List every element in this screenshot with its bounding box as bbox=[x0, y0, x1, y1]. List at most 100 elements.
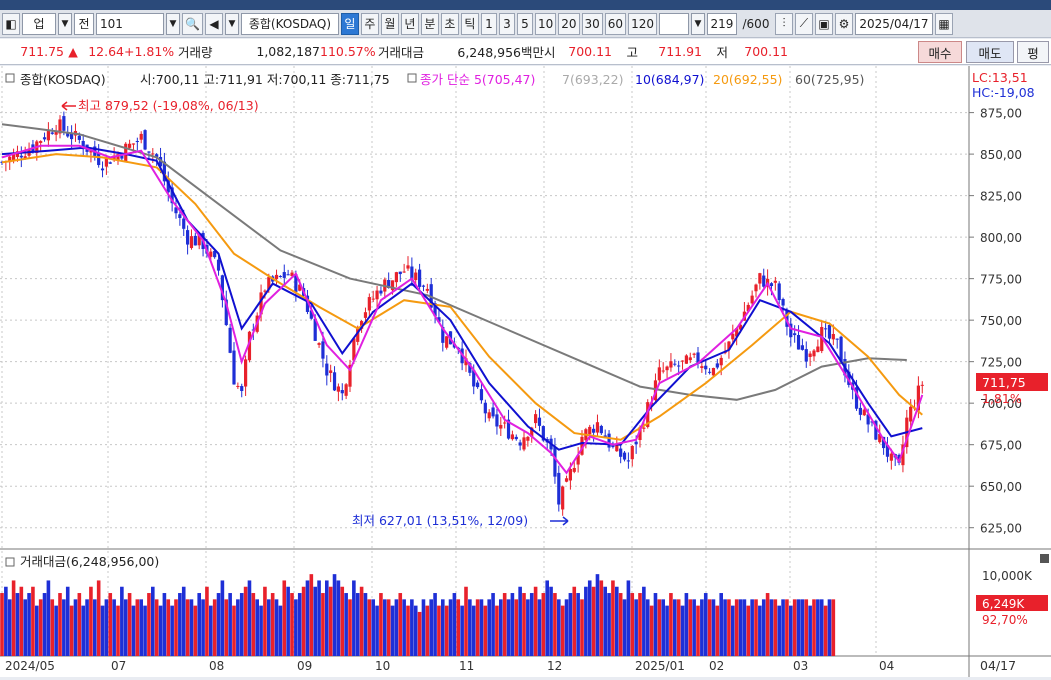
ma60-label: 60(725,95) bbox=[795, 72, 864, 87]
volume-bar bbox=[502, 593, 507, 656]
speaker-dropdown-icon[interactable]: ▼ bbox=[224, 12, 239, 35]
code-input[interactable]: 101 bbox=[96, 12, 164, 35]
volume-bar bbox=[332, 574, 337, 656]
tab-year[interactable]: 년 bbox=[400, 12, 419, 35]
x-axis-label: 03 bbox=[793, 659, 808, 673]
chevron-down-icon[interactable]: ▼ bbox=[58, 12, 72, 35]
x-axis-label: 08 bbox=[209, 659, 224, 673]
chart-menu-icon[interactable]: ◧ bbox=[2, 12, 20, 35]
volume-bar bbox=[127, 593, 132, 656]
candle-body bbox=[553, 446, 557, 477]
volume-bar bbox=[669, 593, 673, 656]
tab-second[interactable]: 초 bbox=[440, 12, 459, 35]
volume-bar bbox=[193, 605, 198, 656]
volume-bar bbox=[491, 593, 495, 656]
volume-header-box-icon[interactable] bbox=[5, 557, 15, 567]
volume-bar bbox=[684, 593, 689, 656]
candle-body bbox=[139, 133, 143, 140]
interval-custom[interactable] bbox=[658, 12, 689, 35]
tab-day[interactable]: 일 bbox=[340, 12, 359, 35]
volume-bar bbox=[800, 599, 805, 656]
volume-bar bbox=[425, 605, 430, 656]
period-type[interactable]: 전 bbox=[74, 12, 94, 35]
volume-bar bbox=[348, 599, 352, 656]
volume-bar bbox=[421, 599, 426, 656]
count-input[interactable]: 219 bbox=[706, 12, 737, 35]
indicator-icon[interactable]: ⟋ bbox=[794, 12, 813, 35]
interval-60[interactable]: 60 bbox=[604, 12, 627, 35]
buy-button[interactable]: 매수 bbox=[918, 41, 962, 63]
market-select[interactable]: 업 bbox=[22, 12, 56, 35]
tab-month[interactable]: 월 bbox=[380, 12, 399, 35]
volume-bar bbox=[151, 586, 155, 656]
volume-bar bbox=[630, 593, 635, 656]
volume-bar bbox=[23, 599, 27, 656]
volume-bar bbox=[831, 599, 836, 656]
save-icon[interactable]: ▣ bbox=[814, 12, 833, 35]
speaker-icon[interactable]: ◀ bbox=[204, 12, 223, 35]
volume-bar bbox=[131, 605, 136, 656]
sell-button[interactable]: 매도 bbox=[966, 41, 1014, 63]
volume-panel-close-icon[interactable] bbox=[1040, 554, 1049, 563]
calendar-icon[interactable]: ▦ bbox=[934, 12, 953, 35]
volume-bar bbox=[93, 599, 97, 656]
search-icon[interactable]: 🔍 bbox=[182, 12, 203, 35]
chart-header-box-icon[interactable] bbox=[5, 73, 15, 83]
code-dropdown-icon[interactable]: ▼ bbox=[166, 12, 180, 35]
candle-settings-icon[interactable]: ⫶ bbox=[774, 12, 793, 35]
candle-body bbox=[514, 436, 518, 440]
volume-bar bbox=[816, 599, 820, 656]
candle-body bbox=[236, 385, 240, 387]
volume-bar bbox=[305, 580, 310, 656]
volume-bar bbox=[792, 599, 797, 656]
candle-body bbox=[669, 361, 673, 368]
interval-120[interactable]: 120 bbox=[628, 12, 657, 35]
volume-bar bbox=[336, 580, 341, 656]
tab-tick[interactable]: 틱 bbox=[460, 12, 479, 35]
gear-icon[interactable]: ⚙ bbox=[834, 12, 853, 35]
average-button[interactable]: 평 bbox=[1017, 41, 1049, 63]
interval-30[interactable]: 30 bbox=[581, 12, 603, 35]
candle-body bbox=[909, 406, 913, 422]
candle-body bbox=[827, 324, 832, 339]
volume-bar bbox=[35, 605, 39, 656]
volume-bar bbox=[383, 599, 387, 656]
candle-body bbox=[131, 143, 136, 145]
date-input[interactable]: 2025/04/17 bbox=[854, 12, 933, 35]
candle-body bbox=[97, 153, 101, 166]
volume-bar bbox=[220, 580, 225, 656]
volume-bar bbox=[42, 593, 47, 656]
interval-3[interactable]: 3 bbox=[498, 12, 515, 35]
interval-20[interactable]: 20 bbox=[558, 12, 580, 35]
interval-5[interactable]: 5 bbox=[516, 12, 533, 35]
candle-body bbox=[77, 135, 81, 140]
interval-dropdown-icon[interactable]: ▼ bbox=[690, 12, 705, 35]
y-tick-label: 875,00 bbox=[980, 107, 1022, 121]
ma5-label: 종가 단순 5(705,47) bbox=[420, 72, 535, 87]
volume-bar bbox=[537, 599, 542, 656]
price-chart[interactable]: 875,00 850,00 825,00 800,00 775,00 750,00 725,… bbox=[0, 66, 1051, 677]
tab-minute[interactable]: 분 bbox=[420, 12, 439, 35]
candle-body bbox=[193, 235, 197, 246]
volume-bar bbox=[355, 593, 360, 656]
tab-week[interactable]: 주 bbox=[360, 12, 379, 35]
volume-bar bbox=[746, 605, 751, 656]
chart-area[interactable]: 875,00 850,00 825,00 800,00 775,00 750,00 725,… bbox=[0, 66, 1051, 677]
volume-bar bbox=[541, 593, 546, 656]
candle-body bbox=[340, 390, 344, 394]
candle-body bbox=[858, 407, 862, 415]
y-tick-label: 750,00 bbox=[980, 314, 1022, 328]
candle-body bbox=[568, 468, 572, 481]
candle-body bbox=[282, 272, 286, 278]
interval-10[interactable]: 10 bbox=[534, 12, 557, 35]
volume-percent: 92,70% bbox=[982, 613, 1028, 627]
interval-1[interactable]: 1 bbox=[480, 12, 497, 35]
candle-body bbox=[777, 283, 781, 301]
volume-bar bbox=[661, 599, 665, 656]
ma10-line bbox=[1, 146, 923, 451]
ma-header-box-icon[interactable] bbox=[407, 73, 417, 83]
volume-bar bbox=[587, 580, 592, 656]
volume-bar bbox=[649, 605, 654, 656]
high-label: 고 bbox=[626, 45, 638, 60]
volume-bar bbox=[239, 593, 244, 656]
